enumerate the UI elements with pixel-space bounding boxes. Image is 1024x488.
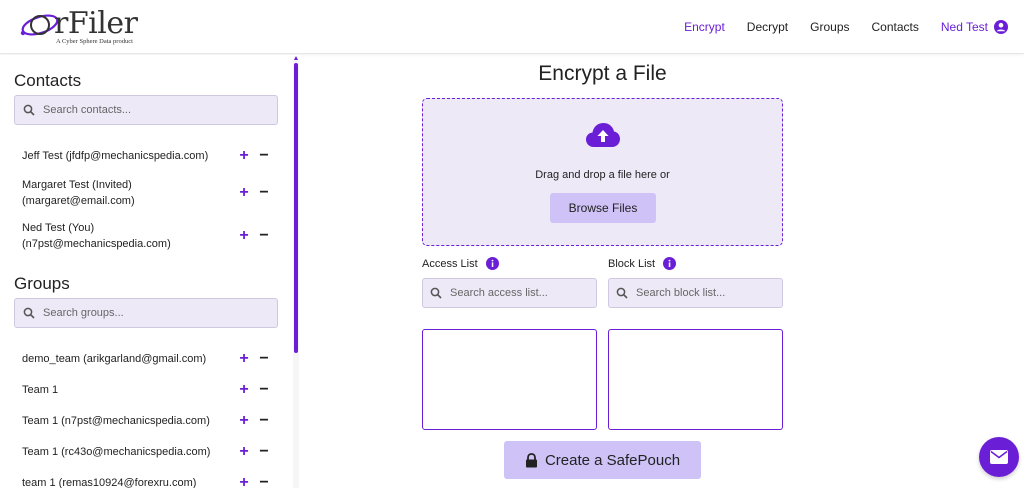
remove-group-button[interactable]: − (256, 444, 272, 460)
logo[interactable]: rFiler A Cyber Sphere Data product (18, 4, 158, 50)
group-item: Team 1 (rc43o@mechanicspedia.com) + − (22, 444, 272, 460)
access-list-box[interactable] (422, 329, 597, 430)
search-icon (23, 104, 35, 116)
contact-label: Margaret Test (Invited) (margaret@email.… (22, 179, 135, 207)
user-circle-icon (994, 20, 1008, 34)
info-icon[interactable] (663, 257, 677, 270)
add-contact-button[interactable]: + (236, 148, 252, 164)
remove-group-button[interactable]: − (256, 475, 272, 488)
block-list-search[interactable] (608, 278, 783, 308)
logo-tagline: A Cyber Sphere Data product (56, 38, 133, 45)
create-safepouch-label: Create a SafePouch (544, 451, 681, 469)
search-icon (616, 287, 628, 299)
scroll-up-arrow-icon[interactable] (294, 56, 298, 60)
remove-contact-button[interactable]: − (256, 148, 272, 164)
group-label: Team 1 (rc43o@mechanicspedia.com) (22, 446, 211, 458)
group-item: demo_team (arikgarland@gmail.com) + − (22, 351, 272, 367)
remove-group-button[interactable]: − (256, 382, 272, 398)
remove-contact-button[interactable]: − (256, 185, 272, 201)
group-item: Team 1 + − (22, 382, 272, 398)
nav-user-menu[interactable]: Ned Test (941, 20, 1008, 34)
contact-item: Margaret Test (Invited) (margaret@email.… (22, 177, 272, 209)
group-item: team 1 (remas10924@forexru.com) + − (22, 475, 272, 488)
top-bar: rFiler A Cyber Sphere Data product Encry… (0, 0, 1024, 54)
browse-files-button[interactable]: Browse Files (550, 193, 656, 223)
block-list-label: Block List (608, 257, 677, 270)
group-label: Team 1 (n7pst@mechanicspedia.com) (22, 415, 210, 427)
add-group-button[interactable]: + (236, 413, 252, 429)
group-label: demo_team (arikgarland@gmail.com) (22, 353, 207, 365)
contacts-heading: Contacts (14, 71, 82, 90)
info-icon[interactable] (485, 257, 499, 270)
groups-search[interactable] (14, 298, 278, 328)
block-list-title: Block List (608, 257, 656, 270)
access-list-search-input[interactable] (450, 287, 590, 299)
add-group-button[interactable]: + (236, 475, 252, 488)
sidebar-scrollbar-thumb[interactable] (294, 63, 298, 353)
add-contact-button[interactable]: + (236, 228, 252, 244)
nav-contacts[interactable]: Contacts (872, 20, 919, 34)
groups-search-input[interactable] (43, 307, 253, 319)
add-group-button[interactable]: + (236, 444, 252, 460)
sidebar: Contacts Jeff Test (jfdfp@mechanicspedia… (0, 55, 300, 488)
groups-heading: Groups (14, 274, 70, 293)
remove-group-button[interactable]: − (256, 413, 272, 429)
group-item: Team 1 (n7pst@mechanicspedia.com) + − (22, 413, 272, 429)
nav-decrypt[interactable]: Decrypt (747, 20, 788, 34)
dropzone-text: Drag and drop a file here or (535, 169, 670, 181)
cloud-upload-icon (586, 123, 620, 147)
orbit-logo-icon (20, 14, 58, 36)
add-contact-button[interactable]: + (236, 185, 252, 201)
remove-contact-button[interactable]: − (256, 228, 272, 244)
contact-support-button[interactable] (979, 437, 1019, 477)
add-group-button[interactable]: + (236, 351, 252, 367)
add-group-button[interactable]: + (236, 382, 252, 398)
group-label: Team 1 (22, 384, 59, 396)
mail-icon (990, 450, 1008, 464)
block-list-box[interactable] (608, 329, 783, 430)
access-list-search[interactable] (422, 278, 597, 308)
page-title: Encrypt a File (538, 62, 667, 85)
search-icon (430, 287, 442, 299)
access-list-title: Access List (422, 257, 478, 270)
nav-encrypt[interactable]: Encrypt (684, 20, 725, 34)
logo-wordmark: rFiler (54, 6, 138, 41)
contacts-search-input[interactable] (43, 104, 253, 116)
group-label: team 1 (remas10924@forexru.com) (22, 477, 197, 488)
search-icon (23, 307, 35, 319)
contacts-search[interactable] (14, 95, 278, 125)
remove-group-button[interactable]: − (256, 351, 272, 367)
contact-label: Jeff Test (jfdfp@mechanicspedia.com) (22, 150, 209, 162)
lock-icon (525, 452, 537, 467)
nav-groups[interactable]: Groups (810, 20, 849, 34)
file-dropzone[interactable]: Drag and drop a file here or Browse File… (422, 98, 783, 246)
user-name: Ned Test (940, 20, 988, 34)
contact-item: Ned Test (You) (n7pst@mechanicspedia.com… (22, 220, 272, 252)
block-list-search-input[interactable] (636, 287, 776, 299)
create-safepouch-button[interactable]: Create a SafePouch (504, 441, 701, 479)
access-list-label: Access List (422, 257, 499, 270)
contact-label: Ned Test (You) (n7pst@mechanicspedia.com… (22, 222, 171, 250)
contact-item: Jeff Test (jfdfp@mechanicspedia.com) + − (22, 148, 272, 164)
main-nav: Encrypt Decrypt Groups Contacts Ned Test (662, 0, 1008, 54)
